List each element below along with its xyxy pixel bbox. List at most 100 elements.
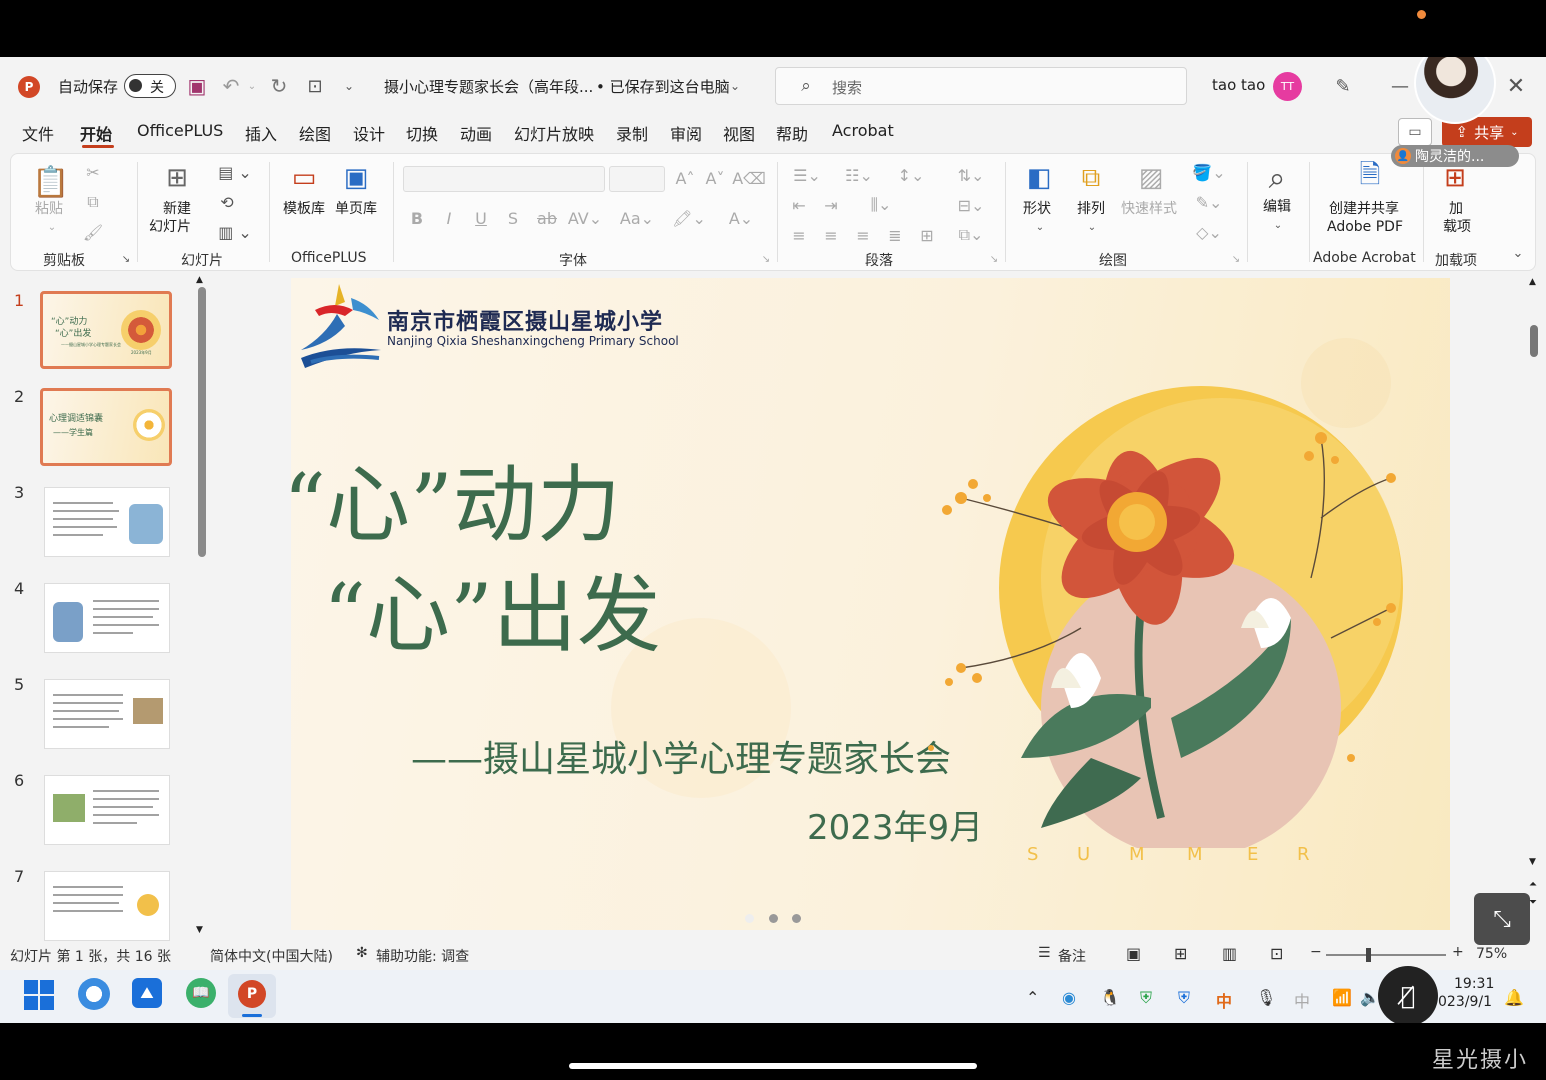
- smartart-icon[interactable]: ⧉⌄: [951, 224, 991, 246]
- accessibility-status[interactable]: 辅助功能: 调查: [376, 946, 469, 966]
- change-case-icon[interactable]: Aa⌄: [617, 206, 657, 230]
- layout-icon[interactable]: ▤ ⌄: [215, 160, 255, 184]
- microphone-tray-icon[interactable]: 🎙: [1256, 988, 1276, 1007]
- shape-outline-icon[interactable]: ✎⌄: [1189, 190, 1229, 214]
- section-icon[interactable]: ▥ ⌄: [215, 220, 255, 244]
- editing-chevron-icon[interactable]: ⌄: [1271, 218, 1285, 232]
- zoom-out-icon[interactable]: −: [1310, 944, 1322, 960]
- create-pdf-label-2[interactable]: Adobe PDF: [1327, 218, 1403, 237]
- zoom-thumb[interactable]: [1366, 948, 1371, 962]
- search-taskbar-icon[interactable]: [78, 978, 110, 1010]
- thumbnail-slide-3[interactable]: [44, 487, 170, 557]
- accessibility-icon[interactable]: ✻: [356, 945, 368, 961]
- addins-label-2[interactable]: 载项: [1443, 218, 1471, 237]
- clock-time[interactable]: 19:31: [1454, 976, 1494, 992]
- powerpoint-taskbar-button[interactable]: P: [228, 974, 276, 1018]
- align-left-icon[interactable]: ≡: [787, 224, 811, 246]
- scroll-down-icon[interactable]: ▼: [1529, 857, 1536, 867]
- arrange-chevron-icon[interactable]: ⌄: [1085, 220, 1099, 234]
- shadow-button[interactable]: S: [503, 206, 523, 230]
- scroll-up-icon[interactable]: ▲: [196, 275, 203, 285]
- thumbnail-scrollbar[interactable]: [198, 287, 206, 557]
- format-painter-icon[interactable]: 🖌: [81, 220, 105, 244]
- paste-chevron-icon[interactable]: ⌄: [45, 220, 59, 234]
- menu-home[interactable]: 开始: [80, 121, 112, 145]
- notes-button[interactable]: 备注: [1058, 946, 1086, 966]
- security-tray-icon[interactable]: ⛨: [1140, 988, 1152, 1008]
- prev-slide-icon[interactable]: ⏶: [1529, 879, 1537, 890]
- align-right-icon[interactable]: ≡: [851, 224, 875, 246]
- save-status-chevron-icon[interactable]: ⌄: [728, 77, 742, 95]
- undo-icon[interactable]: ↶: [218, 73, 244, 99]
- cut-icon[interactable]: ✂: [81, 160, 105, 184]
- menu-help[interactable]: 帮助: [776, 121, 808, 145]
- collapse-ribbon-icon[interactable]: ⌄: [1509, 244, 1527, 262]
- thumbnail-slide-5[interactable]: [44, 679, 170, 749]
- reading-view-icon[interactable]: ▥: [1222, 944, 1237, 963]
- undo-dropdown-icon[interactable]: ⌄: [246, 77, 258, 95]
- menu-animations[interactable]: 动画: [460, 121, 492, 145]
- defender-tray-icon[interactable]: ⛨: [1178, 988, 1190, 1008]
- font-color-icon[interactable]: A⌄: [723, 206, 759, 230]
- thumbnail-slide-6[interactable]: [44, 775, 170, 845]
- slide-subtitle[interactable]: ——摄山星城小学心理专题家长会: [411, 730, 951, 782]
- bullets-icon[interactable]: ☰⌄: [787, 164, 827, 186]
- language-status[interactable]: 简体中文(中国大陆): [210, 946, 333, 966]
- scroll-down-icon[interactable]: ▼: [196, 925, 203, 935]
- edge-tray-icon[interactable]: ◉: [1062, 988, 1076, 1007]
- notifications-icon[interactable]: 🔔: [1504, 988, 1524, 1007]
- menu-transitions[interactable]: 切换: [406, 121, 438, 145]
- slide-title-line2[interactable]: “心”出发: [323, 548, 661, 669]
- clock-date[interactable]: 023/9/1: [1438, 994, 1492, 1010]
- copy-icon[interactable]: ⧉: [81, 190, 105, 214]
- start-icon[interactable]: [24, 980, 54, 1010]
- new-slide-label-1[interactable]: 新建: [163, 200, 191, 219]
- shapes-chevron-icon[interactable]: ⌄: [1033, 220, 1047, 234]
- arrange-icon[interactable]: ⧉: [1071, 160, 1111, 196]
- menu-draw[interactable]: 绘图: [299, 121, 331, 145]
- zoom-in-icon[interactable]: +: [1452, 944, 1464, 960]
- new-slide-label-2[interactable]: 幻灯片: [149, 218, 191, 237]
- new-slide-icon[interactable]: ⊞: [157, 160, 197, 196]
- arrange-label[interactable]: 排列: [1077, 200, 1105, 219]
- slide-scrollbar[interactable]: [1530, 325, 1538, 357]
- shape-effects-icon[interactable]: ◇⌄: [1189, 220, 1229, 244]
- slide-sorter-icon[interactable]: ⊞: [1174, 944, 1187, 963]
- photos-app-icon[interactable]: ⛰: [132, 978, 162, 1008]
- align-text-icon[interactable]: ⊟⌄: [951, 194, 991, 216]
- menu-view[interactable]: 视图: [723, 121, 755, 145]
- numbering-icon[interactable]: ☷⌄: [839, 164, 879, 186]
- input-method-icon[interactable]: 中: [1294, 988, 1310, 1012]
- comments-icon[interactable]: ▭: [1398, 118, 1432, 146]
- template-library-icon[interactable]: ▭: [287, 160, 321, 196]
- paragraph-launcher-icon[interactable]: ↘: [987, 252, 1001, 266]
- decrease-indent-icon[interactable]: ⇤: [787, 194, 811, 216]
- font-name-dropdown[interactable]: [403, 166, 605, 192]
- menu-record[interactable]: 录制: [616, 121, 648, 145]
- addins-label-1[interactable]: 加: [1449, 200, 1463, 219]
- menu-acrobat[interactable]: Acrobat: [832, 121, 894, 140]
- bold-button[interactable]: B: [407, 206, 427, 230]
- next-slide-icon[interactable]: ⏷: [1529, 897, 1537, 908]
- font-size-dropdown[interactable]: [609, 166, 665, 192]
- thumbnail-slide-2[interactable]: 心理调适锦囊 ——学生篇: [40, 388, 172, 466]
- create-pdf-label-1[interactable]: 创建并共享: [1329, 200, 1399, 219]
- paste-label[interactable]: 粘贴: [35, 200, 63, 219]
- columns-icon[interactable]: ⫼⌄: [863, 194, 899, 216]
- pen-icon[interactable]: ✎: [1330, 73, 1356, 99]
- user-name[interactable]: tao tao: [1212, 76, 1265, 94]
- present-from-start-icon[interactable]: ⊡: [302, 73, 328, 99]
- align-center-icon[interactable]: ≡: [819, 224, 843, 246]
- mute-mic-button[interactable]: 🎙̸: [1378, 966, 1438, 1023]
- clipboard-launcher-icon[interactable]: ↘: [119, 252, 133, 266]
- menu-review[interactable]: 审阅: [670, 121, 702, 145]
- tray-expand-icon[interactable]: ⌃: [1026, 988, 1039, 1007]
- shrink-font-icon[interactable]: A˅: [703, 166, 727, 190]
- editing-label[interactable]: 编辑: [1263, 198, 1291, 217]
- drawing-launcher-icon[interactable]: ↘: [1229, 252, 1243, 266]
- paste-icon[interactable]: 📋: [32, 160, 69, 204]
- quick-styles-icon[interactable]: ▨: [1131, 160, 1171, 196]
- float-edit-button[interactable]: ⤡: [1474, 893, 1530, 945]
- scroll-up-icon[interactable]: ▲: [1529, 277, 1536, 287]
- menu-slideshow[interactable]: 幻灯片放映: [514, 121, 594, 145]
